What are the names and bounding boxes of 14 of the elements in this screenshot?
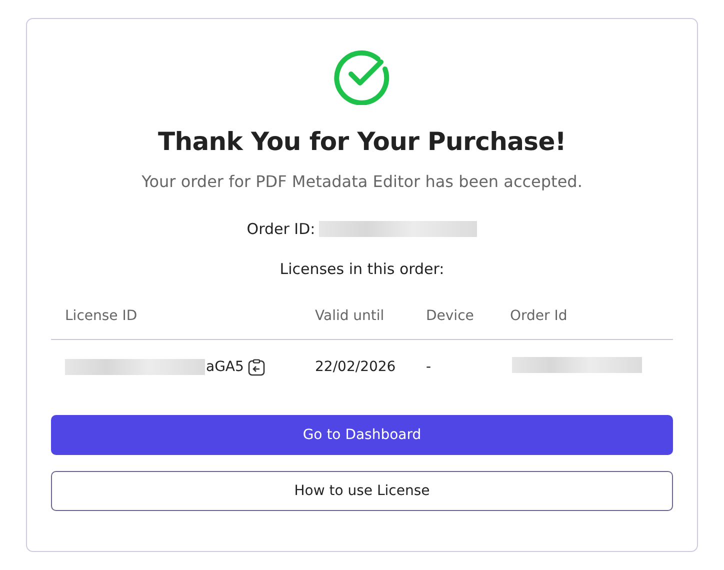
dashboard-button[interactable]: Go to Dashboard [51, 415, 673, 455]
table-cell: 22/02/2026 [301, 340, 412, 377]
column-header: Valid until [301, 308, 412, 340]
license-id-text: aGA5 [206, 359, 244, 375]
table-cell: - [412, 340, 496, 377]
order-id-label: Order ID: [246, 220, 316, 238]
column-header: Device [412, 308, 496, 340]
subtitle: Your order for PDF Metadata Editor has been accepted. [142, 172, 582, 191]
section-heading: Licenses in this order: [280, 260, 444, 278]
copy-icon[interactable] [248, 358, 265, 376]
license-help-button[interactable]: How to use License [51, 471, 673, 511]
page-title: Thank You for Your Purchase! [158, 127, 566, 156]
column-header: License ID [51, 308, 301, 340]
column-header: Order Id [496, 308, 673, 340]
